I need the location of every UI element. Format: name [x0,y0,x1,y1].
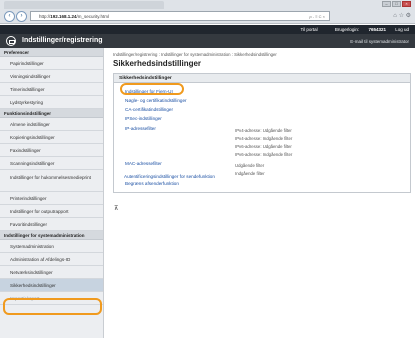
panel-heading: Sikkerhedsindstillinger [114,74,410,83]
browser-chrome: – □ × ‹ › http://192.168.1.24/m_security… [0,0,415,24]
app-title: Indstillinger/registrering [22,37,103,44]
sidebar-heading-preferences: Preferencer [0,48,103,57]
url-ip: 192.168.1.24 [50,14,77,19]
ip-filter-note: IPv6-adresse: Udgående filter [235,144,292,149]
sidebar-item-scan[interactable]: Scanningsindstillinger [0,157,103,170]
sidebar-heading-admin: Indstillinger for systemadministration [0,231,103,240]
sidebar-item-import-export[interactable]: Import/eksport [0,292,103,305]
sidebar: Preferencer Papirindstillinger Visningsi… [0,48,104,338]
top-bar: Til portal Brugerlogin: 7654321 Log ud [0,25,415,34]
mac-filter-note: Udgående filter [235,163,265,168]
sidebar-item-display[interactable]: Visningsindstillinger [0,70,103,83]
sidebar-item-memory-media-print[interactable]: Indstillinger for hukommelsesmedieprint [0,170,103,192]
main-content: Indstillinger/registrering : Indstilling… [113,52,411,193]
maximize-button[interactable]: □ [392,1,401,7]
send-auth-settings-link[interactable]: Autentificeringsindstillinger for sendef… [124,174,215,179]
sidebar-item-security[interactable]: Sikkerhedsindstillinger [0,279,103,292]
sidebar-item-output-report[interactable]: Indstillinger for outputrapport [0,205,103,218]
mac-filter-note: Indgående filter [235,171,265,176]
sidebar-item-general[interactable]: Almene indstillinger [0,118,103,131]
back-arrow-icon[interactable]: ‹ [4,11,15,22]
address-bar[interactable]: http://192.168.1.24/m_security.html ρ - … [30,11,330,21]
url-prefix: http:// [39,14,51,19]
user-login-label: Brugerlogin: 7654321 [334,27,386,32]
remote-ui-settings-link[interactable]: Indstillinger for Fjern-UI [125,89,173,94]
sidebar-item-timer[interactable]: Timerindstillinger [0,83,103,96]
ip-filter-note: IPv4-adresse: Indgående filter [235,136,293,141]
device-settings-icon [6,36,16,46]
sidebar-item-fax[interactable]: Faxindstillinger [0,144,103,157]
key-certificate-settings-link[interactable]: Nøgle- og certifikatindstillinger [125,98,187,103]
sidebar-item-printer[interactable]: Printerindstillinger [0,192,103,205]
address-bar-icons[interactable]: ρ - ≡ C × [309,12,325,20]
sidebar-item-department-id[interactable]: Administration af Afdelings-ID [0,253,103,266]
title-bar: Indstillinger/registrering E-mail til sy… [0,34,415,48]
forward-arrow-icon[interactable]: › [16,11,27,22]
ipsec-settings-link[interactable]: IPSec-indstillinger [125,116,162,121]
browser-tab[interactable] [4,1,164,9]
close-window-button[interactable]: × [402,1,411,7]
page-top-icon[interactable]: ⊼ [114,205,118,212]
sidebar-item-system-management[interactable]: Systemadministration [0,240,103,253]
sidebar-heading-functions: Funktionsindstillinger [0,109,103,118]
sidebar-item-paper[interactable]: Papirindstillinger [0,57,103,70]
browser-toolbar-icons[interactable]: ⌂ ☆ ⚙ [393,12,411,19]
window-controls: – □ × [382,1,411,7]
sidebar-item-copy[interactable]: Kopieringsindstillinger [0,131,103,144]
sidebar-item-favorites[interactable]: Favoritindstillinger [0,218,103,231]
admin-email-link[interactable]: E-mail til systemadministrator [350,39,409,44]
url-path: /m_security.html [76,14,109,19]
page-title: Sikkerhedsindstillinger [113,59,202,68]
ca-certificate-settings-link[interactable]: CA-certifikatindstillinger [125,107,173,112]
mac-address-filter-link[interactable]: MAC-adressefilter [125,161,162,166]
breadcrumb: Indstillinger/registrering : Indstilling… [113,52,277,57]
ip-address-filter-link[interactable]: IP-adressefilter [125,126,156,131]
portal-link[interactable]: Til portal [301,27,318,32]
ip-filter-note: IPv6-adresse: Indgående filter [235,152,293,157]
minimize-button[interactable]: – [382,1,391,7]
logout-link[interactable]: Log ud [395,27,409,32]
sidebar-item-network[interactable]: Netværksindstillinger [0,266,103,279]
user-login-value: 7654321 [368,27,386,32]
sidebar-item-volume[interactable]: Lydstyrkestyring [0,96,103,109]
ip-filter-note: IPv4-adresse: Udgående filter [235,128,292,133]
restrict-send-function-link[interactable]: Begræns afsenderfunktion [125,181,179,186]
